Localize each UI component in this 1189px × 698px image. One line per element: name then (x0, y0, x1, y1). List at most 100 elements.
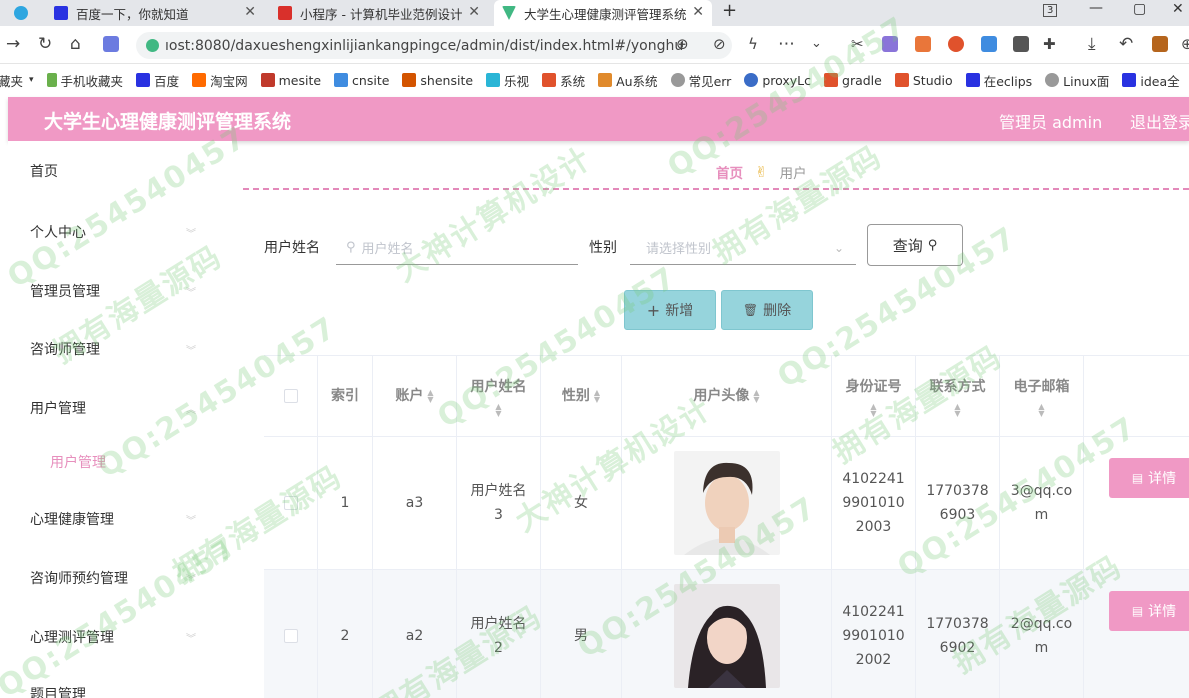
trash-icon: 🗑 (742, 303, 759, 317)
bookmark-item[interactable]: Linux面 (1045, 71, 1109, 90)
zoom-icon[interactable]: ⊕ (676, 34, 689, 54)
tab-count-icon[interactable]: 3 (1043, 4, 1058, 17)
sidebar-item-admin[interactable]: 管理员管理 (30, 281, 100, 301)
chevron-down-icon[interactable]: ⌄ (811, 34, 822, 54)
bookmark-item[interactable]: proxyLc (744, 73, 811, 88)
name-input[interactable]: ⚲ 用户姓名 (336, 231, 578, 265)
cell-id-card: 410224199010102003 (832, 437, 916, 569)
select-all-checkbox[interactable] (264, 356, 318, 436)
row-checkbox-cell[interactable] (264, 570, 318, 698)
sidebar-item-profile[interactable]: 个人中心 (30, 222, 86, 242)
tab-system[interactable]: 大学生心理健康测评管理系统 ✕ (494, 0, 712, 26)
sort-icon[interactable]: ▲ ▼ (753, 389, 759, 404)
sidebar-item-users[interactable]: 用户管理 (30, 398, 86, 418)
new-tab-icon[interactable]: + (722, 0, 737, 21)
close-window-icon[interactable]: ✕ (1172, 1, 1184, 17)
weibo-icon[interactable] (948, 36, 964, 52)
sort-icon[interactable]: ▲ ▼ (594, 389, 600, 404)
delete-button[interactable]: 🗑 删除 (721, 290, 813, 330)
sidebar-item-assessment[interactable]: 心理测评管理 (30, 627, 114, 647)
game-icon[interactable] (915, 36, 931, 52)
sidebar-subitem-users[interactable]: 用户管理 (50, 452, 106, 472)
chevron-down-icon: ︾ (186, 634, 196, 645)
close-icon[interactable]: ✕ (692, 4, 704, 20)
sort-icon[interactable]: ▲ ▼ (495, 403, 501, 418)
avatar[interactable] (673, 584, 780, 688)
query-button[interactable]: 查询 ⚲ (867, 224, 963, 266)
bookmark-item[interactable]: 百度 (136, 71, 179, 90)
tab-miniprogram[interactable]: 小程序 - 计算机毕业范例设计 ✕ (270, 0, 488, 26)
bookmark-item[interactable]: 手机收藏夹 (46, 71, 123, 90)
bookmark-item[interactable]: shensite (402, 73, 473, 88)
bookmark-item[interactable]: 在eclips (965, 71, 1032, 90)
header-gender[interactable]: 性别 ▲ ▼ (541, 356, 622, 436)
header-index: 索引 (318, 356, 373, 436)
gender-select[interactable]: 请选择性别 ⌄ (630, 231, 856, 265)
translate-icon[interactable] (882, 36, 898, 52)
logout-button[interactable]: 退出登录 (1130, 109, 1189, 133)
row-checkbox-cell[interactable] (264, 437, 318, 569)
checkbox[interactable] (283, 496, 298, 510)
shield-icon[interactable] (1013, 36, 1029, 52)
bookmark-item[interactable]: Au系统 (598, 71, 658, 90)
bookmark-item[interactable]: 系统 (542, 71, 585, 90)
lightning-icon[interactable]: ϟ (748, 34, 758, 54)
sort-icon[interactable]: ▲ ▼ (1038, 403, 1044, 418)
detail-button[interactable]: ▤ 详情 (1109, 591, 1189, 631)
document-icon: ▤ (1131, 604, 1144, 618)
bookmark-item[interactable]: idea全 (1122, 71, 1180, 90)
undo-icon[interactable]: ↶ (1119, 34, 1133, 54)
sidebar-item-mental-health[interactable]: 心理健康管理 (30, 509, 114, 529)
sort-icon[interactable]: ▲ ▼ (954, 403, 960, 418)
compass-icon[interactable]: ⊘ (713, 34, 726, 54)
header-email[interactable]: 电子邮箱 ▲ ▼ (1000, 356, 1084, 436)
detail-button[interactable]: ▤ 详情 (1109, 458, 1189, 498)
sort-icon[interactable]: ▲ ▼ (427, 389, 433, 404)
sidebar-item-counselor[interactable]: 咨询师管理 (30, 339, 100, 359)
mail-icon[interactable] (981, 36, 997, 52)
header-id-card[interactable]: 身份证号 ▲ ▼ (832, 356, 916, 436)
tab-baidu[interactable]: 百度一下，你就知道 ✕ (46, 0, 264, 26)
minimize-icon[interactable]: — (1089, 0, 1103, 16)
checkbox[interactable] (283, 629, 298, 643)
checkbox[interactable] (283, 389, 298, 403)
bookmark-item[interactable]: cnsite (334, 73, 389, 88)
restore-icon[interactable]: ▢ (1133, 1, 1146, 17)
close-icon[interactable]: ✕ (244, 4, 256, 20)
sort-icon[interactable]: ▲ ▼ (870, 403, 876, 418)
close-icon[interactable]: ✕ (468, 4, 480, 20)
ai-icon[interactable] (103, 36, 119, 52)
header-phone[interactable]: 联系方式 ▲ ▼ (916, 356, 1000, 436)
forward-icon[interactable]: → (6, 34, 20, 54)
bookmark-item[interactable]: 藏夹 ▾ (0, 71, 34, 90)
avatar[interactable] (673, 451, 780, 555)
bookmark-item[interactable]: 乐视 (486, 71, 529, 90)
wallet-icon[interactable] (1152, 36, 1168, 52)
sidebar-item-appointment[interactable]: 咨询师预约管理 (30, 568, 128, 588)
scissors-icon[interactable]: ✂ (851, 34, 864, 54)
bookmark-item[interactable]: 淘宝网 (192, 71, 248, 90)
add-button[interactable]: + 新增 (624, 290, 716, 330)
header-name[interactable]: 用户姓名 ▲ ▼ (457, 356, 541, 436)
extensions-icon[interactable]: ✚ (1043, 34, 1056, 54)
home-icon[interactable]: ⌂ (70, 34, 81, 54)
reload-icon[interactable]: ↻ (38, 34, 52, 54)
bookmark-item[interactable]: Studio (894, 73, 953, 88)
header-account[interactable]: 账户 ▲ ▼ (373, 356, 457, 436)
download-icon[interactable]: ⤓ (1088, 34, 1096, 54)
bookmark-item[interactable]: mesite (260, 73, 321, 88)
header-avatar[interactable]: 用户头像 ▲ ▼ (622, 356, 832, 436)
telegram-icon[interactable] (6, 0, 36, 26)
name-label: 用户姓名 (264, 240, 320, 256)
sidebar-item-home[interactable]: 首页 (30, 161, 58, 181)
bookmark-item[interactable]: 常见err (670, 71, 731, 90)
search-icon: ⚲ (346, 240, 356, 255)
bookmark-item[interactable]: gradle (824, 73, 882, 88)
more-icon[interactable]: ⋯ (778, 34, 795, 54)
url-bar[interactable]: ıost:8080/daxueshengxinlijiankangpingce/… (136, 32, 732, 59)
globe-icon[interactable]: ⊕ (1181, 34, 1189, 54)
baidu-icon (54, 6, 68, 20)
chevron-down-icon: ︾ (186, 346, 196, 357)
breadcrumb-home[interactable]: 首页 (716, 162, 743, 182)
sidebar-item-questions[interactable]: 题目管理 (30, 684, 86, 698)
